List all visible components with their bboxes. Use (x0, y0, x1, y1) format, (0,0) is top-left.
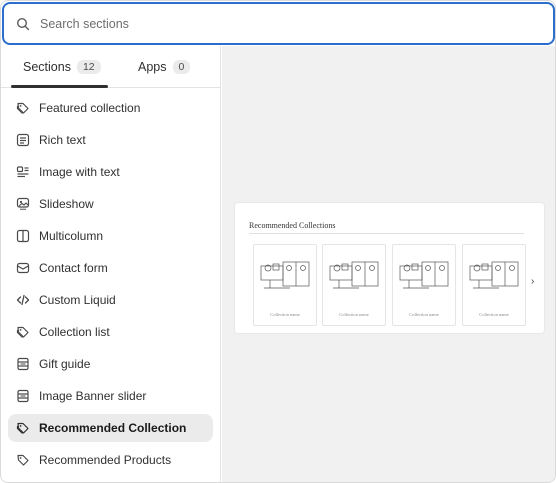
tab-apps-count: 0 (172, 60, 191, 74)
search-bar[interactable] (2, 2, 555, 45)
section-item-label: Image Banner slider (39, 389, 147, 403)
preview-title: Recommended Collections (249, 221, 336, 230)
tag-icon (15, 100, 31, 116)
section-item-label: Gift guide (39, 357, 91, 371)
active-tab-indicator (11, 85, 108, 88)
section-item-label: Recommended Collection (39, 421, 187, 435)
section-item-label: Slideshow (39, 197, 94, 211)
tab-sections-count: 12 (76, 60, 101, 74)
add-section-popover: Sections 12 Apps 0 Featured collection R… (0, 0, 556, 483)
section-item-recommended-collection[interactable]: Recommended Collection (8, 414, 213, 442)
image-with-text-icon (15, 164, 31, 180)
section-item-label: Recommended Products (39, 453, 172, 467)
section-item-image-with-text[interactable]: Image with text (8, 158, 213, 186)
section-item-label: Rich text (39, 133, 86, 147)
section-item-label: Featured collection (39, 101, 141, 115)
section-item-rich-text[interactable]: Rich text (8, 126, 213, 154)
collection-illustration-icon (329, 261, 379, 289)
collection-illustration-icon (260, 261, 310, 289)
section-item-multicolumn[interactable]: Multicolumn (8, 222, 213, 250)
tab-apps[interactable]: Apps 0 (138, 46, 191, 88)
section-item-collection-list[interactable]: Collection list (8, 318, 213, 346)
collection-caption: Collection name (270, 312, 300, 317)
slideshow-icon (15, 196, 31, 212)
layout-icon (15, 388, 31, 404)
collection-illustration-icon (469, 261, 519, 289)
code-icon (15, 292, 31, 308)
collection-card: Collection name (392, 244, 456, 326)
search-input[interactable] (40, 16, 520, 31)
section-item-label: Multicolumn (39, 229, 104, 243)
tab-sections-label: Sections (23, 60, 71, 74)
tab-bar: Sections 12 Apps 0 (1, 46, 220, 88)
section-item-custom-liquid[interactable]: Custom Liquid (8, 286, 213, 314)
collection-card: Collection name (462, 244, 526, 326)
section-item-featured-collection[interactable]: Featured collection (8, 94, 213, 122)
section-item-slideshow[interactable]: Slideshow (8, 190, 213, 218)
text-block-icon (15, 132, 31, 148)
tag-icon (15, 324, 31, 340)
columns-icon (15, 228, 31, 244)
sections-panel: Sections 12 Apps 0 Featured collection R… (1, 46, 221, 482)
preview-divider (249, 233, 524, 234)
section-item-gift-guide[interactable]: Gift guide (8, 350, 213, 378)
section-item-image-banner-slider[interactable]: Image Banner slider (8, 382, 213, 410)
collection-caption: Collection name (479, 312, 509, 317)
collection-caption: Collection name (339, 312, 369, 317)
collection-card: Collection name (322, 244, 386, 326)
section-item-label: Contact form (39, 261, 108, 275)
tag-icon (15, 420, 31, 436)
layout-icon (15, 356, 31, 372)
section-preview-card: Recommended Collections Collection name … (235, 203, 544, 333)
section-item-label: Custom Liquid (39, 293, 116, 307)
collection-caption: Collection name (409, 312, 439, 317)
tab-sections[interactable]: Sections 12 (23, 46, 101, 88)
tab-apps-label: Apps (138, 60, 167, 74)
section-item-recommended-products[interactable]: Recommended Products (8, 446, 213, 474)
search-icon (16, 16, 32, 32)
section-item-label: Collection list (39, 325, 110, 339)
tag-icon (15, 452, 31, 468)
chevron-right-icon: › (531, 276, 535, 287)
collection-card: Collection name (253, 244, 317, 326)
collection-illustration-icon (399, 261, 449, 289)
section-item-label: Image with text (39, 165, 120, 179)
envelope-icon (15, 260, 31, 276)
preview-pane: Recommended Collections Collection name … (222, 46, 555, 482)
section-item-contact-form[interactable]: Contact form (8, 254, 213, 282)
